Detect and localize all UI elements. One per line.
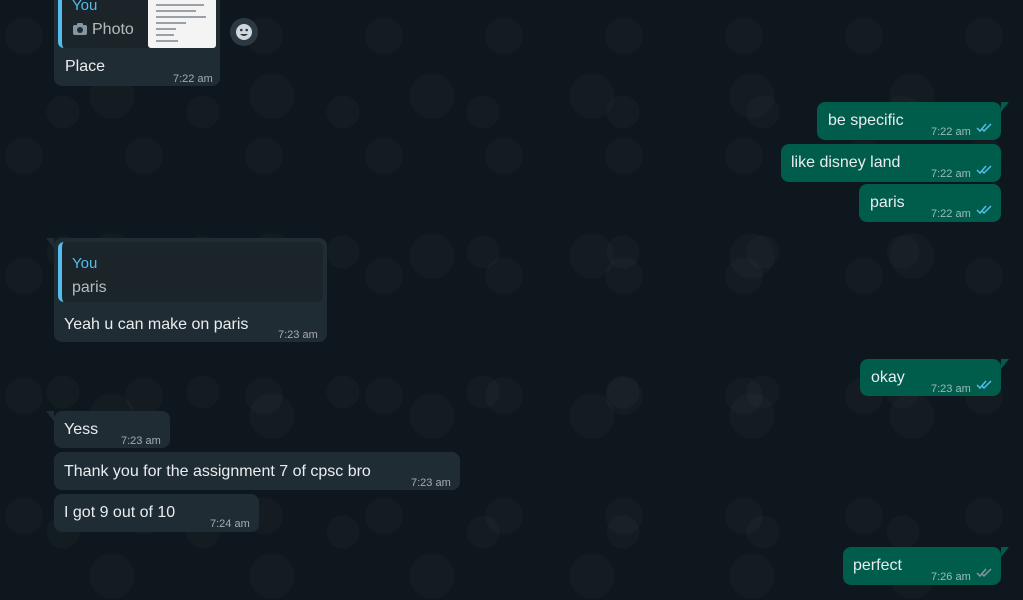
message-text: perfect [853, 557, 902, 574]
quoted-photo-thumbnail [148, 0, 216, 48]
message-time: 7:23 am [931, 383, 971, 395]
quoted-text: paris [72, 279, 107, 296]
message-outgoing[interactable]: okay 7:23 am [860, 359, 1009, 396]
quoted-author: You [72, 255, 98, 272]
message-time: 7:23 am [411, 477, 451, 489]
message-outgoing[interactable]: like disney land 7:22 am [781, 144, 1001, 182]
message-outgoing[interactable]: paris 7:22 am [859, 184, 1001, 222]
quoted-text: Photo [92, 21, 134, 38]
double-check-icon [976, 380, 992, 390]
message-time: 7:26 am [931, 571, 971, 583]
quoted-author: You [72, 0, 98, 14]
double-check-icon [976, 205, 992, 215]
message-incoming[interactable]: Yess 7:23 am [46, 411, 170, 448]
message-outgoing[interactable]: be specific 7:22 am [817, 102, 1009, 140]
message-time: 7:23 am [121, 435, 161, 447]
message-text: Place [65, 58, 106, 75]
message-text: like disney land [791, 154, 901, 171]
message-text: paris [870, 194, 905, 211]
message-time: 7:24 am [210, 518, 250, 530]
message-text: okay [871, 369, 905, 386]
message-time: 7:22 am [173, 73, 213, 85]
emoji-icon[interactable] [230, 18, 258, 46]
message-incoming[interactable]: Thank you for the assignment 7 of cpsc b… [54, 452, 460, 490]
message-text: Yeah u can make on paris [64, 316, 249, 333]
double-check-icon [976, 165, 992, 175]
message-incoming[interactable]: I got 9 out of 10 7:24 am [54, 494, 259, 532]
message-incoming[interactable]: You Photo Place 7:22 am [54, 0, 220, 86]
quoted-message[interactable]: You paris [58, 242, 323, 302]
message-time: 7:23 am [278, 329, 318, 341]
quoted-message[interactable]: You Photo [58, 0, 216, 48]
double-check-icon [976, 568, 992, 578]
message-incoming[interactable]: You paris Yeah u can make on paris 7:23 … [46, 238, 327, 342]
message-text: I got 9 out of 10 [64, 504, 176, 521]
camera-icon [72, 22, 88, 42]
message-text: be specific [828, 112, 904, 129]
double-check-icon [976, 123, 992, 133]
message-text: Yess [64, 421, 99, 438]
message-time: 7:22 am [931, 126, 971, 138]
message-time: 7:22 am [931, 168, 971, 180]
message-time: 7:22 am [931, 208, 971, 220]
message-text: Thank you for the assignment 7 of cpsc b… [64, 463, 371, 480]
message-outgoing[interactable]: perfect 7:26 am [843, 547, 1009, 585]
